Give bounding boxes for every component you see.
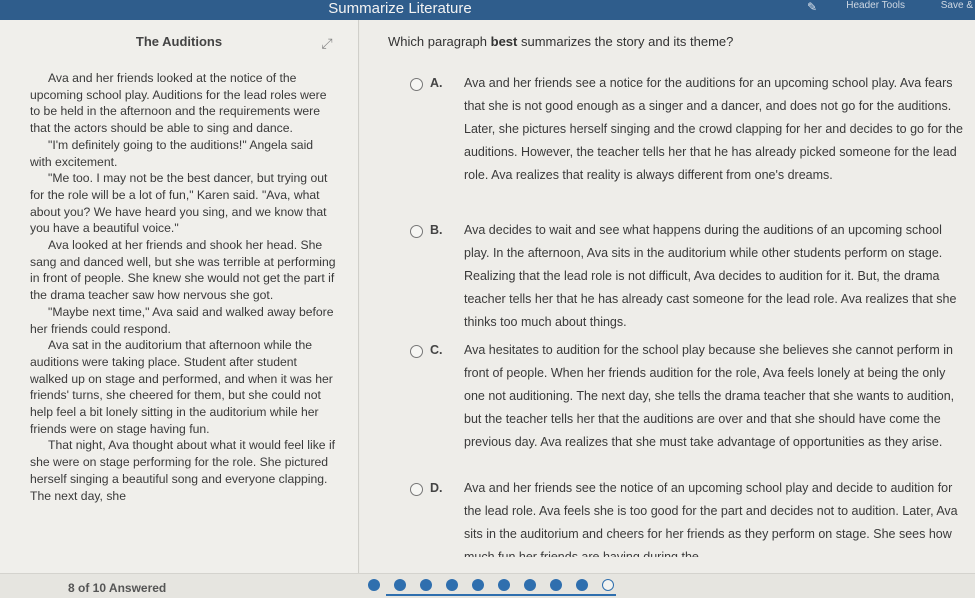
- question-prompt: Which paragraph best summarizes the stor…: [388, 34, 733, 49]
- top-bar: Summarize Literature ✎ Header Tools Save…: [0, 0, 975, 20]
- expand-icon[interactable]: ⤢: [316, 32, 338, 54]
- question-panel: Which paragraph best summarizes the stor…: [360, 20, 975, 573]
- question-dot-1[interactable]: [368, 579, 380, 591]
- option-text[interactable]: Ava hesitates to audition for the school…: [464, 339, 964, 454]
- activity-title: Summarize Literature: [328, 0, 472, 17]
- option-text[interactable]: Ava and her friends see a notice for the…: [464, 72, 964, 187]
- question-dot-5[interactable]: [472, 579, 484, 591]
- passage-panel: The Auditions ⤢ Ava and her friends look…: [0, 20, 359, 573]
- question-suffix: summarizes the story and its theme?: [517, 34, 734, 49]
- radio-button[interactable]: [410, 225, 423, 238]
- radio-button[interactable]: [410, 483, 423, 496]
- question-dot-9[interactable]: [576, 579, 588, 591]
- footer-bar: 8 of 10 Answered: [0, 573, 975, 598]
- save-button[interactable]: Save &: [941, 0, 973, 12]
- question-prefix: Which paragraph: [388, 34, 491, 49]
- header-tools-button[interactable]: Header Tools: [846, 0, 905, 12]
- question-dot-6[interactable]: [498, 579, 510, 591]
- progress-underline: [386, 594, 616, 596]
- question-dot-10[interactable]: [602, 579, 614, 591]
- pencil-icon[interactable]: ✎: [807, 0, 817, 14]
- question-dot-3[interactable]: [420, 579, 432, 591]
- option-label: A.: [430, 76, 443, 90]
- question-dot-8[interactable]: [550, 579, 562, 591]
- question-dot-2[interactable]: [394, 579, 406, 591]
- answered-count: 8 of 10 Answered: [68, 581, 167, 595]
- question-emphasis: best: [490, 34, 518, 49]
- question-dot-4[interactable]: [446, 579, 458, 591]
- passage-paragraph: Ava and her friends looked at the notice…: [30, 71, 327, 136]
- question-dot-7[interactable]: [524, 579, 536, 591]
- passage-text: Ava and her friends looked at the notice…: [30, 70, 336, 504]
- passage-paragraph: That night, Ava thought about what it wo…: [30, 438, 336, 503]
- option-label: B.: [430, 223, 443, 237]
- passage-title: The Auditions: [135, 34, 223, 49]
- passage-paragraph: "Maybe next time," Ava said and walked a…: [30, 304, 334, 336]
- passage-paragraph: "I'm definitely going to the auditions!"…: [30, 137, 314, 169]
- passage-paragraph: Ava looked at her friends and shook her …: [30, 238, 336, 303]
- radio-button[interactable]: [410, 78, 423, 91]
- option-label: C.: [430, 343, 443, 357]
- option-text[interactable]: Ava and her friends see the notice of an…: [464, 477, 964, 557]
- option-label: D.: [430, 481, 443, 495]
- passage-paragraph: "Me too. I may not be the best dancer, b…: [30, 171, 328, 236]
- question-progress: [364, 576, 654, 596]
- radio-button[interactable]: [410, 345, 423, 358]
- passage-paragraph: Ava sat in the auditorium that afternoon…: [30, 338, 333, 436]
- option-text[interactable]: Ava decides to wait and see what happens…: [464, 219, 964, 334]
